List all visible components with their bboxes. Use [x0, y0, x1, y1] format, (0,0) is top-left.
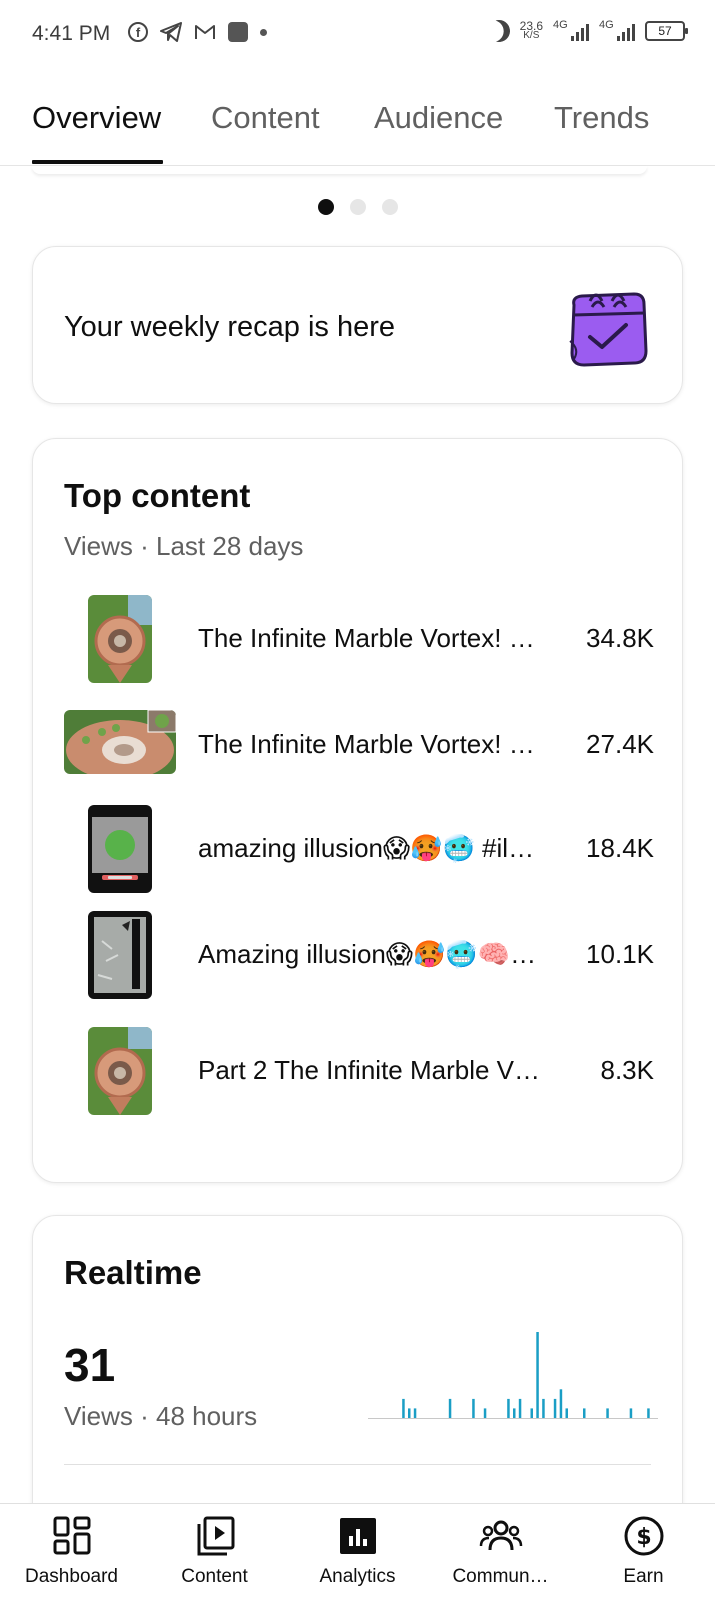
chart-bar: [518, 1398, 522, 1418]
nav-label: Analytics: [319, 1566, 396, 1587]
more-notifications-icon: [260, 28, 267, 36]
chart-bar: [606, 1408, 609, 1418]
chart-bar: [536, 1332, 539, 1418]
nav-label: Dashboard: [25, 1566, 118, 1587]
status-time: 4:41 PM: [32, 22, 111, 45]
signal-2-icon: 4G: [599, 19, 635, 41]
chart-bar: [530, 1408, 533, 1418]
analytics-tabs: Overview Content Audience Trends: [0, 72, 715, 166]
recap-title: Your weekly recap is here: [64, 311, 395, 343]
realtime-title: Realtime: [64, 1254, 202, 1291]
signal-2-label: 4G: [599, 19, 614, 31]
battery-icon: 57: [645, 21, 688, 41]
status-bar: 4:41 PM f 23.6 K/S 4G 4G 57: [0, 0, 715, 72]
analytics-icon: [339, 1518, 376, 1554]
top-content-subtitle: Views · Last 28 days: [64, 531, 304, 561]
top-content-row[interactable]: The Infinite Marble Vortex! … 27.4K: [64, 701, 654, 791]
top-content-row[interactable]: The Infinite Marble Vortex! … 34.8K: [64, 595, 654, 685]
video-title: The Infinite Marble Vortex! …: [198, 623, 535, 653]
video-title: Part 2 The Infinite Marble V…: [198, 1055, 541, 1085]
top-content-row[interactable]: Amazing illusion😱🥵🥶🧠… 10.1K: [64, 911, 654, 1001]
realtime-bar-chart: [368, 1332, 658, 1419]
video-views: 10.1K: [586, 939, 654, 969]
video-thumbnail: [88, 805, 152, 893]
chart-bar: [559, 1389, 563, 1418]
nav-community[interactable]: Commun…: [429, 1514, 572, 1600]
chart-bar: [647, 1408, 650, 1418]
chart-bar: [542, 1398, 545, 1418]
chart-bar: [507, 1398, 510, 1418]
video-thumbnail: [88, 1027, 152, 1115]
nav-label: Commun…: [452, 1566, 549, 1587]
pager-dot[interactable]: [350, 199, 366, 215]
app-icon: [228, 22, 248, 42]
video-views: 8.3K: [600, 1055, 655, 1085]
svg-text:$: $: [636, 1525, 651, 1550]
top-content-row[interactable]: Part 2 The Infinite Marble V… 8.3K: [64, 1027, 654, 1117]
nav-dashboard[interactable]: Dashboard: [0, 1514, 143, 1600]
dashboard-icon: [53, 1516, 90, 1555]
gmail-icon: [195, 25, 215, 39]
video-views: 34.8K: [586, 623, 654, 653]
active-tab-indicator: [32, 160, 163, 164]
chart-bar: [472, 1398, 475, 1418]
chart-bar: [408, 1408, 411, 1418]
tab-content[interactable]: Content: [211, 100, 320, 136]
carousel-pager: [318, 199, 398, 215]
tab-overview[interactable]: Overview: [32, 100, 161, 136]
nav-label: Earn: [623, 1566, 664, 1587]
earn-icon: $: [624, 1516, 663, 1556]
system-icons: 23.6 K/S 4G 4G 57: [485, 17, 688, 45]
realtime-subtitle: Views · 48 hours: [64, 1401, 258, 1431]
previous-card-edge: [32, 166, 647, 174]
video-thumbnail: [88, 911, 152, 999]
signal-1-label: 4G: [553, 19, 568, 31]
chart-bar: [553, 1398, 557, 1418]
video-title: amazing illusion😱🥵🥶 #il…: [198, 833, 535, 863]
chart-bar: [583, 1408, 586, 1418]
chart-bar: [629, 1408, 633, 1418]
chart-bar: [513, 1408, 516, 1418]
nav-content[interactable]: Content: [143, 1514, 286, 1600]
video-title: Amazing illusion😱🥵🥶🧠…: [198, 939, 537, 969]
battery-level: 57: [658, 24, 672, 38]
bottom-navigation: Dashboard Content Analytics Commun… $ Ea…: [0, 1503, 715, 1600]
chart-bar: [483, 1408, 487, 1418]
chart-bar: [448, 1398, 452, 1418]
video-thumbnail: [64, 710, 176, 774]
telegram-icon: [160, 22, 182, 42]
divider: [64, 1464, 651, 1465]
tab-trends[interactable]: Trends: [554, 100, 649, 136]
chart-bar: [565, 1408, 568, 1418]
facebook-icon: f: [128, 22, 148, 42]
realtime-card[interactable]: Realtime 31 Views · 48 hours: [32, 1215, 683, 1545]
notification-icons: f: [128, 22, 267, 42]
pager-dot[interactable]: [318, 199, 334, 215]
calendar-check-icon: [569, 292, 648, 367]
weekly-recap-card[interactable]: Your weekly recap is here: [32, 246, 683, 404]
community-icon: [479, 1520, 522, 1551]
signal-1-icon: 4G: [553, 19, 589, 41]
nav-label: Content: [181, 1566, 248, 1587]
realtime-views-count: 31: [64, 1339, 116, 1391]
top-content-title: Top content: [64, 477, 251, 514]
video-views: 27.4K: [586, 729, 654, 759]
tab-audience[interactable]: Audience: [374, 100, 503, 136]
video-title: The Infinite Marble Vortex! …: [198, 729, 535, 759]
pager-dot[interactable]: [382, 199, 398, 215]
network-speed: 23.6 K/S: [520, 20, 543, 41]
video-views: 18.4K: [586, 833, 654, 863]
top-content-row[interactable]: amazing illusion😱🥵🥶 #il… 18.4K: [64, 805, 654, 895]
top-content-card: Top content Views · Last 28 days The Inf…: [32, 438, 683, 1183]
chart-bar: [413, 1408, 417, 1418]
do-not-disturb-icon: [485, 17, 513, 45]
chart-bar: [402, 1398, 405, 1418]
nav-earn[interactable]: $ Earn: [572, 1514, 715, 1600]
nav-analytics[interactable]: Analytics: [286, 1514, 429, 1600]
video-thumbnail: [88, 595, 152, 683]
content-icon: [197, 1516, 234, 1556]
